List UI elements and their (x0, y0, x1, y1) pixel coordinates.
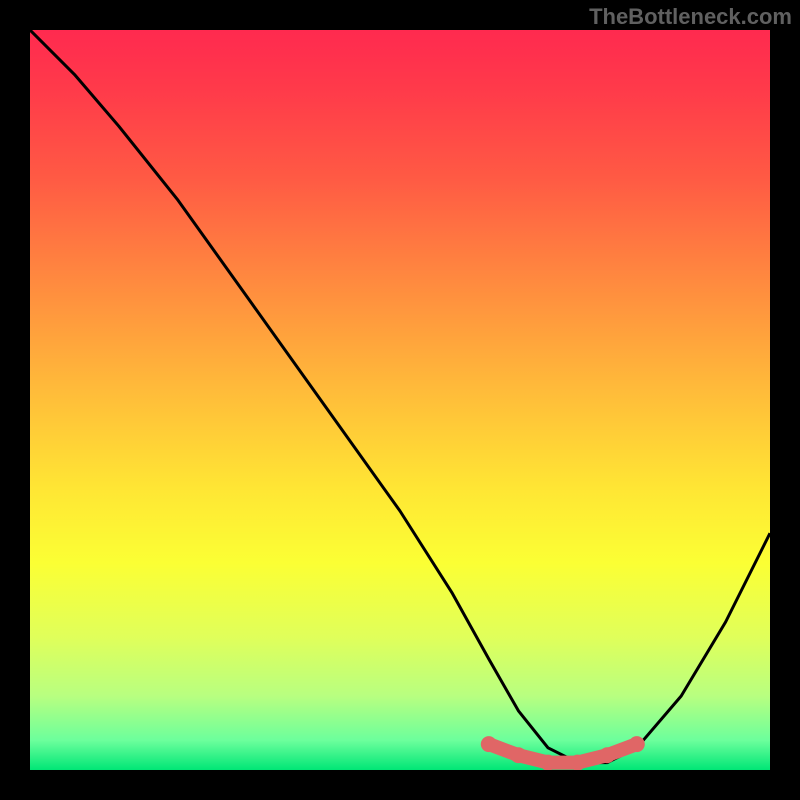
chart-svg (30, 30, 770, 770)
watermark-text: TheBottleneck.com (589, 4, 792, 30)
highlight-dot (481, 736, 497, 752)
bottleneck-curve-path (30, 30, 770, 763)
chart-plot-area (30, 30, 770, 770)
highlight-dot (510, 747, 526, 763)
highlight-dot (629, 736, 645, 752)
highlight-dot (540, 755, 556, 770)
highlight-dot (570, 755, 586, 770)
highlight-dot (599, 747, 615, 763)
